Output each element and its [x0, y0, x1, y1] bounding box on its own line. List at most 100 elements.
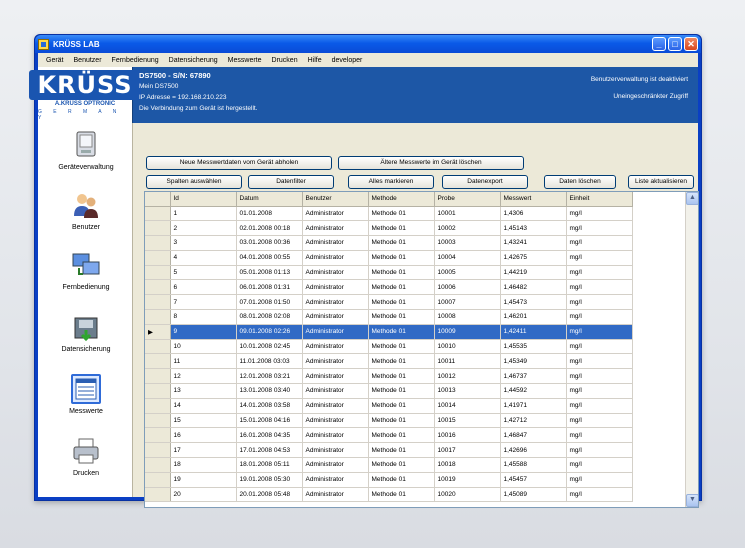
table-row[interactable]: ▶ 9 09.01.2008 02:26 Administrator Methode 0… [145, 324, 633, 340]
row-selector[interactable] [145, 398, 171, 414]
sidebar-item-geraeteverwaltung[interactable]: Geräteverwaltung [48, 127, 124, 181]
table-cell: Methode 01 [368, 353, 435, 370]
table-cell: 10020 [434, 487, 501, 503]
column-header-einheit[interactable]: Einheit [566, 192, 633, 207]
minimize-button[interactable]: _ [652, 37, 666, 51]
table-row[interactable]: 17 17.01.2008 04:53 Administrator Methode 0… [145, 442, 633, 459]
table-row[interactable]: 12 12.01.2008 03:21 Administrator Methode 0… [145, 368, 633, 385]
main-panel: Neue Messwertdaten vom Gerät abholen Ält… [134, 123, 699, 508]
row-selector[interactable] [145, 413, 171, 429]
table-row[interactable]: 8 08.01.2008 02:08 Administrator Methode 01… [145, 309, 633, 325]
menu-fernbedienung[interactable]: Fernbedienung [112, 57, 159, 64]
column-header-id[interactable]: Id [170, 192, 237, 207]
row-selector[interactable] [145, 427, 171, 444]
title-bar[interactable]: KRÜSS LAB _ □ ✕ [35, 35, 701, 53]
sidebar-item-benutzer[interactable]: Benutzer [48, 187, 124, 241]
table-row[interactable]: 2 02.01.2008 00:18 Administrator Methode 01… [145, 220, 633, 237]
table-row[interactable]: 3 03.01.2008 00:36 Administrator Methode 01… [145, 235, 633, 251]
table-row[interactable]: 14 14.01.2008 03:58 Administrator Methode 0… [145, 398, 633, 414]
row-selector[interactable] [145, 487, 171, 503]
table-cell: 10015 [434, 413, 501, 429]
row-selector[interactable] [145, 309, 171, 325]
table-row[interactable]: 16 16.01.2008 04:35 Administrator Methode 0… [145, 427, 633, 444]
menu-drucken[interactable]: Drucken [272, 57, 298, 64]
table-row[interactable]: 4 04.01.2008 00:55 Administrator Methode 01… [145, 250, 633, 266]
fetch-data-button[interactable]: Neue Messwertdaten vom Gerät abholen [146, 156, 332, 170]
row-selector[interactable] [145, 339, 171, 355]
vertical-scrollbar[interactable]: ▲ ▼ [685, 192, 698, 507]
row-selector[interactable] [145, 265, 171, 281]
row-selector[interactable] [145, 220, 171, 237]
sidebar-item-datensicherung[interactable]: Datensicherung [48, 309, 124, 363]
table-cell: 1,41971 [500, 398, 567, 414]
delete-old-button[interactable]: Ältere Messwerte im Gerät löschen [338, 156, 524, 170]
sidebar-item-messwerte[interactable]: Messwerte [48, 371, 124, 425]
column-header-probe[interactable]: Probe [434, 192, 501, 207]
table-cell: 07.01.2008 01:50 [236, 294, 303, 311]
menu-messwerte[interactable]: Messwerte [228, 57, 262, 64]
row-selector[interactable] [145, 250, 171, 266]
close-button[interactable]: ✕ [684, 37, 698, 51]
column-header-methode[interactable]: Methode [368, 192, 435, 207]
sidebar-item-drucken[interactable]: Drucken [48, 433, 124, 487]
row-header-corner [145, 192, 171, 207]
refresh-list-button[interactable]: Liste aktualisieren [628, 175, 694, 189]
row-selector[interactable] [145, 206, 171, 222]
menu-benutzer[interactable]: Benutzer [74, 57, 102, 64]
data-filter-button[interactable]: Datenfilter [248, 175, 334, 189]
table-row[interactable]: 11 11.01.2008 03:03 Administrator Methode 0… [145, 353, 633, 370]
table-cell: mg/l [566, 339, 633, 355]
access-level: Uneingeschränkter Zugriff [613, 93, 688, 100]
menu-datensicherung[interactable]: Datensicherung [169, 57, 218, 64]
table-cell: 10005 [434, 265, 501, 281]
table-cell: 19 [170, 472, 237, 488]
table-row[interactable]: 6 06.01.2008 01:31 Administrator Methode 01… [145, 279, 633, 296]
row-selector[interactable] [145, 442, 171, 459]
row-selector[interactable] [145, 294, 171, 311]
column-header-messwert[interactable]: Messwert [500, 192, 567, 207]
table-cell: 10007 [434, 294, 501, 311]
row-selector[interactable] [145, 279, 171, 296]
table-cell: 04.01.2008 00:55 [236, 250, 303, 266]
table-cell: Methode 01 [368, 442, 435, 459]
table-row[interactable]: 1 01.01.2008 Administrator Methode 01 10001 1… [145, 206, 633, 222]
table-cell: 1,45089 [500, 487, 567, 503]
app-icon [38, 38, 49, 50]
row-selector[interactable] [145, 457, 171, 473]
table-cell: 14 [170, 398, 237, 414]
table-row[interactable]: 7 07.01.2008 01:50 Administrator Methode 01… [145, 294, 633, 311]
select-columns-button[interactable]: Spalten auswählen [146, 175, 242, 189]
table-row[interactable]: 15 15.01.2008 04:16 Administrator Methode 0… [145, 413, 633, 429]
measurements-table[interactable]: Id Datum Benutzer Methode Probe Messwert… [144, 191, 699, 508]
table-cell: 10017 [434, 442, 501, 459]
table-row[interactable]: 5 05.01.2008 01:13 Administrator Methode 01… [145, 265, 633, 281]
data-export-button[interactable]: Datenexport [442, 175, 528, 189]
scroll-up-icon[interactable]: ▲ [686, 192, 698, 205]
row-selector[interactable] [145, 235, 171, 251]
table-row[interactable]: 10 10.01.2008 02:45 Administrator Methode 0… [145, 339, 633, 355]
column-header-datum[interactable]: Datum [236, 192, 303, 207]
delete-data-button[interactable]: Daten löschen [544, 175, 616, 189]
maximize-button[interactable]: □ [668, 37, 682, 51]
sidebar-item-fernbedienung[interactable]: Fernbedienung [48, 247, 124, 301]
table-row[interactable]: 19 19.01.2008 05:30 Administrator Methode 0… [145, 472, 633, 488]
menu-geraet[interactable]: Gerät [46, 57, 64, 64]
menu-developer[interactable]: developer [332, 57, 363, 64]
menu-hilfe[interactable]: Hilfe [308, 57, 322, 64]
device-name: Mein DS7500 [139, 83, 179, 90]
mark-all-button[interactable]: Alles markieren [348, 175, 434, 189]
table-cell: 1,46201 [500, 309, 567, 325]
column-header-benutzer[interactable]: Benutzer [302, 192, 369, 207]
table-cell: mg/l [566, 206, 633, 222]
row-selector[interactable] [145, 368, 171, 385]
table-row[interactable]: 18 18.01.2008 05:11 Administrator Methode 0… [145, 457, 633, 473]
row-selector[interactable] [145, 353, 171, 370]
table-cell: Methode 01 [368, 383, 435, 399]
table-row[interactable]: 20 20.01.2008 05:48 Administrator Methode 0… [145, 487, 633, 503]
row-selector[interactable]: ▶ [145, 324, 171, 340]
row-selector[interactable] [145, 383, 171, 399]
scroll-down-icon[interactable]: ▼ [686, 494, 698, 507]
row-selector[interactable] [145, 472, 171, 488]
table-row[interactable]: 13 13.01.2008 03:40 Administrator Methode 0… [145, 383, 633, 399]
table-cell: Administrator [302, 309, 369, 325]
